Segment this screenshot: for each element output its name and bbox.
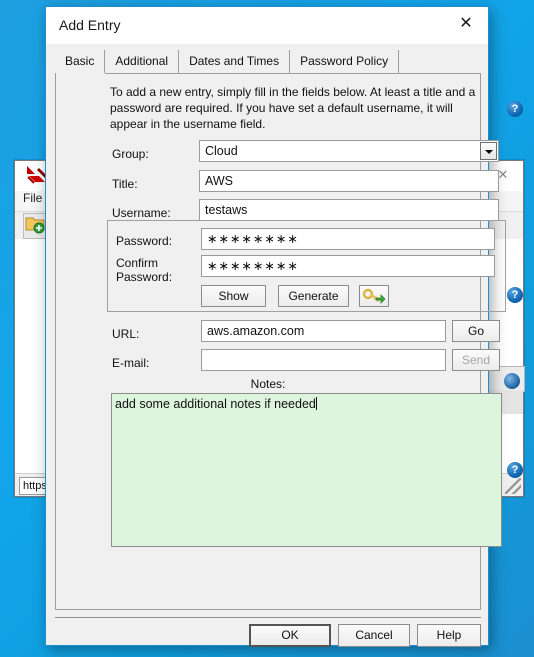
confirm-password-label-line2: Password:	[116, 270, 173, 284]
database-icon	[504, 373, 520, 389]
confirm-password-input[interactable]: ∗∗∗∗∗∗∗∗	[201, 255, 495, 277]
cancel-button[interactable]: Cancel	[338, 624, 410, 647]
help-button[interactable]: Help	[417, 624, 481, 647]
title-label: Title:	[112, 177, 138, 191]
url-label: URL:	[112, 327, 140, 341]
dialog-title: Add Entry	[59, 17, 121, 33]
group-label: Group:	[112, 147, 149, 161]
close-icon[interactable]: ✕	[444, 7, 488, 41]
email-input[interactable]	[201, 349, 446, 371]
tab-dates-and-times[interactable]: Dates and Times	[179, 50, 291, 73]
url-input[interactable]: aws.amazon.com	[201, 320, 446, 342]
help-icon-general[interactable]: ?	[507, 101, 523, 117]
help-icon-notes[interactable]: ?	[507, 462, 523, 478]
menu-item-file[interactable]: File	[23, 191, 42, 205]
tab-password-policy[interactable]: Password Policy	[290, 50, 400, 73]
username-input[interactable]: testaws	[199, 199, 499, 221]
group-value: Cloud	[205, 144, 238, 158]
text-caret	[315, 397, 317, 410]
active-tab-mask	[56, 73, 105, 74]
chevron-down-icon[interactable]	[480, 142, 497, 160]
title-input[interactable]: AWS	[199, 170, 499, 192]
show-password-button[interactable]: Show	[201, 285, 266, 307]
notes-value: add some additional notes if needed	[115, 397, 316, 411]
footer-separator	[55, 617, 481, 618]
key-generate-icon[interactable]	[359, 285, 389, 307]
send-button[interactable]: Send	[452, 349, 500, 371]
intro-text: To add a new entry, simply fill in the f…	[110, 85, 476, 131]
add-entry-dialog: Add Entry ✕ Basic Additional Dates and T…	[45, 6, 523, 647]
tab-bar: Basic Additional Dates and Times Passwor…	[55, 50, 481, 74]
password-input[interactable]: ∗∗∗∗∗∗∗∗	[201, 228, 495, 250]
generate-password-button[interactable]: Generate	[278, 285, 349, 307]
help-icon-password[interactable]: ?	[507, 287, 523, 303]
email-label: E-mail:	[112, 356, 150, 370]
go-button[interactable]: Go	[452, 320, 500, 342]
password-label: Password:	[116, 234, 173, 248]
tab-additional[interactable]: Additional	[105, 50, 180, 73]
username-label: Username:	[112, 206, 171, 220]
resize-grip-icon[interactable]	[505, 478, 521, 494]
ok-button[interactable]: OK	[249, 624, 331, 647]
tab-basic[interactable]: Basic	[55, 50, 106, 73]
confirm-password-label-line1: Confirm	[116, 256, 159, 270]
notes-label: Notes:	[250, 377, 286, 391]
notes-textarea[interactable]: add some additional notes if needed	[111, 393, 502, 547]
group-combobox[interactable]: Cloud	[199, 140, 499, 162]
